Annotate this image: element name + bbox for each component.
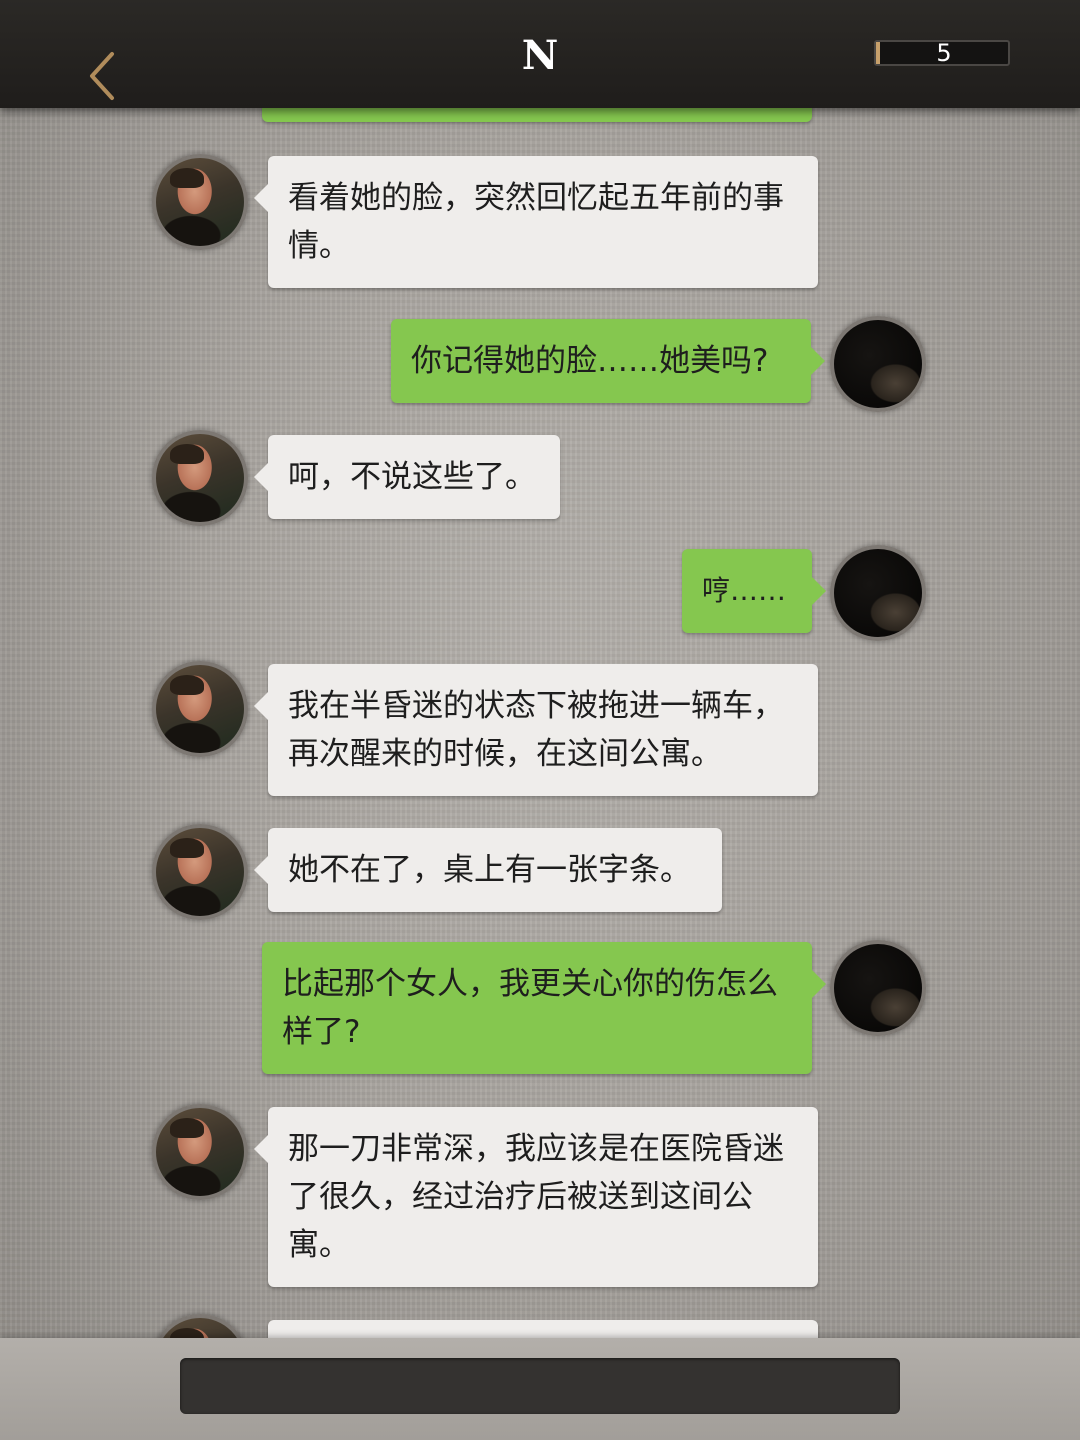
contact-avatar[interactable] bbox=[152, 824, 248, 920]
message-text: 她不在了，桌上有一张字条。 bbox=[288, 852, 691, 888]
message-text: 呵，不说这些了。 bbox=[288, 459, 536, 495]
message-text: 你记得她的脸……她美吗? bbox=[411, 343, 769, 379]
message-bubble-incoming: 她不在了，桌上有一张字条。 bbox=[254, 828, 722, 912]
message-text: 我在半昏迷的状态下被拖进一辆车，再次醒来的时候，在这间公寓。 bbox=[288, 688, 784, 772]
message-bubble-incoming: 我在半昏迷的状态下被拖进一辆车，再次醒来的时候，在这间公寓。 bbox=[254, 664, 818, 796]
message-bubble-incoming: 看着她的脸，突然回忆起五年前的事情。 bbox=[254, 156, 818, 288]
message-bubble-incoming: 呵，不说这些了。 bbox=[254, 435, 560, 519]
reply-input-bar[interactable] bbox=[180, 1358, 900, 1414]
message-bubble-incoming bbox=[268, 1320, 818, 1338]
message-bubble-outgoing: 哼…… bbox=[682, 549, 826, 633]
message-bubble-outgoing: 你记得她的脸……她美吗? bbox=[391, 319, 825, 403]
message-bubble-incoming: 那一刀非常深，我应该是在医院昏迷了很久，经过治疗后被送到这间公寓。 bbox=[254, 1107, 818, 1287]
partial-message-bubble bbox=[262, 108, 812, 122]
message-text: 那一刀非常深，我应该是在医院昏迷了很久，经过治疗后被送到这间公寓。 bbox=[288, 1131, 784, 1263]
message-text: 比起那个女人，我更关心你的伤怎么样了? bbox=[282, 966, 778, 1050]
player-avatar[interactable] bbox=[830, 940, 926, 1036]
player-avatar[interactable] bbox=[830, 545, 926, 641]
message-text: 看着她的脸，突然回忆起五年前的事情。 bbox=[288, 180, 784, 264]
bottom-bar bbox=[0, 1338, 1080, 1440]
contact-avatar[interactable] bbox=[152, 1104, 248, 1200]
contact-avatar[interactable] bbox=[152, 154, 248, 250]
player-avatar[interactable] bbox=[830, 316, 926, 412]
contact-avatar[interactable] bbox=[152, 1314, 248, 1338]
contact-avatar[interactable] bbox=[152, 430, 248, 526]
message-text: 哼…… bbox=[702, 574, 787, 607]
top-bar: N 5 bbox=[0, 0, 1080, 108]
counter-value: 5 bbox=[936, 39, 952, 67]
contact-avatar[interactable] bbox=[152, 661, 248, 757]
counter-badge: 5 bbox=[874, 39, 1010, 67]
message-bubble-outgoing: 比起那个女人，我更关心你的伤怎么样了? bbox=[262, 942, 826, 1074]
chat-area[interactable]: 看着她的脸，突然回忆起五年前的事情。 你记得她的脸……她美吗? 呵，不说这些了。… bbox=[0, 108, 1080, 1338]
